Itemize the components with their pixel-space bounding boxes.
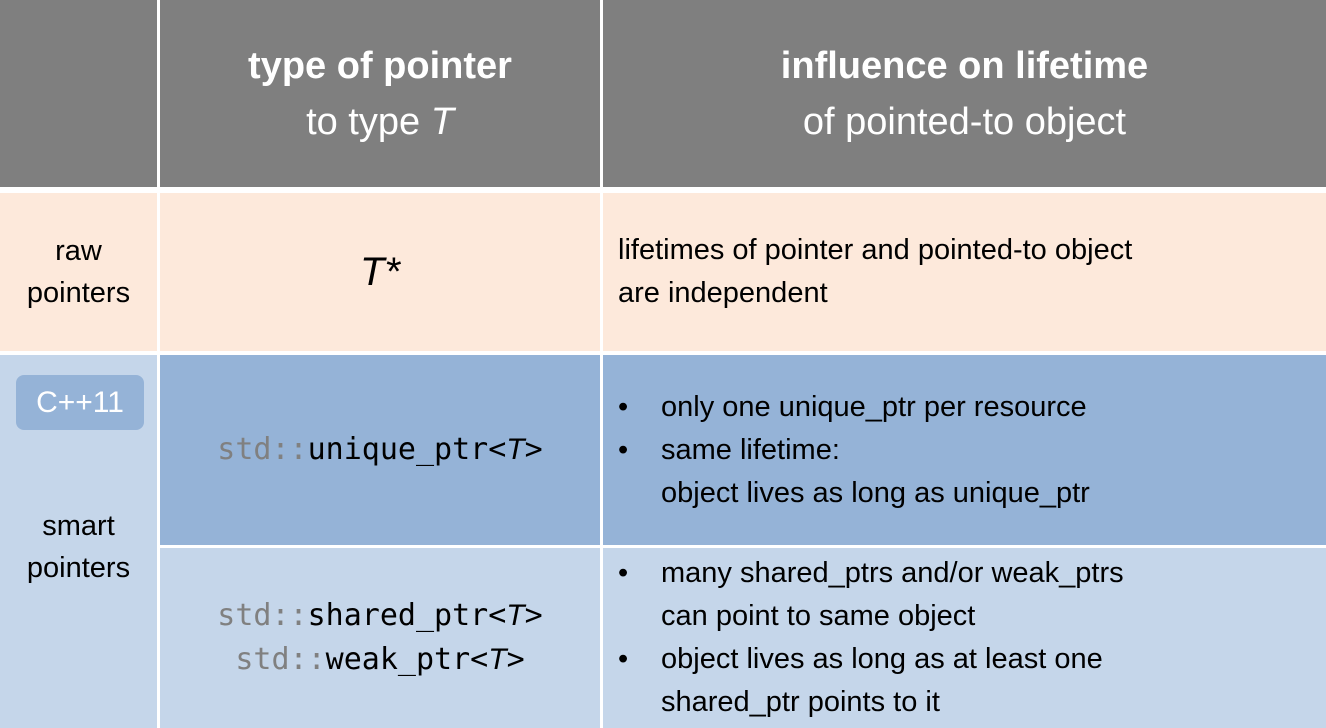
- shared-type-cell: std::shared_ptr<T> std::weak_ptr<T>: [160, 548, 600, 728]
- smart-label-line1: smart: [42, 510, 115, 542]
- shared-ptr-code: std::shared_ptr<T>: [160, 594, 600, 638]
- weak-ns: std::: [235, 642, 326, 677]
- shared-bullet-1-line2: can point to same object: [661, 600, 976, 632]
- shared-close: >: [524, 598, 543, 633]
- raw-desc-cell: lifetimes of pointer and pointed-to obje…: [603, 193, 1326, 351]
- unique-bullet-list: only one unique_ptr per resource same li…: [603, 386, 1326, 515]
- unique-T: T: [506, 433, 525, 466]
- unique-ptr-code: std::unique_ptr<T>: [160, 428, 600, 472]
- shared-ns: std::: [217, 598, 308, 633]
- unique-type-cell: std::unique_ptr<T>: [160, 355, 600, 545]
- raw-type-cell: T*: [160, 193, 600, 351]
- unique-name: unique_ptr<: [307, 432, 507, 467]
- shared-bullet-1-line1: many shared_ptrs and/or weak_ptrs: [661, 557, 1124, 589]
- header-type-subtitle-prefix: to type: [306, 100, 431, 143]
- header-type-cell: type of pointer to type T: [160, 0, 600, 187]
- header-type-title: type of pointer: [248, 44, 512, 87]
- shared-bullet-2-line1: object lives as long as at least one: [661, 643, 1103, 675]
- weak-close: >: [506, 642, 525, 677]
- smart-label-text: smart pointers: [0, 505, 157, 589]
- shared-bullet-1: many shared_ptrs and/or weak_ptrscan poi…: [618, 552, 1326, 638]
- weak-T: T: [488, 643, 507, 676]
- raw-desc-line2: are independent: [618, 277, 828, 309]
- unique-bullet-2: same lifetime: object lives as long as un…: [618, 429, 1326, 515]
- shared-name: shared_ptr<: [307, 598, 507, 633]
- header-lifetime-cell: influence on lifetime of pointed-to obje…: [603, 0, 1326, 187]
- raw-label-cell: raw pointers: [0, 193, 157, 351]
- unique-close: >: [524, 432, 543, 467]
- unique-desc-cell: only one unique_ptr per resource same li…: [603, 355, 1326, 545]
- shared-bullet-2: object lives as long as at least one shar…: [618, 638, 1326, 724]
- raw-label-line2: pointers: [26, 277, 131, 309]
- raw-desc-line1: lifetimes of pointer and pointed-to obje…: [618, 234, 1133, 266]
- raw-type: T*: [360, 249, 400, 294]
- pointer-comparison-table: type of pointer to type T influence on l…: [0, 0, 1326, 728]
- smart-label-line2: pointers: [26, 552, 131, 584]
- header-empty-cell: [0, 0, 157, 187]
- shared-bullet-2-line2: shared_ptr points to it: [661, 686, 940, 718]
- unique-bullet-2-line1: same lifetime:: [661, 433, 840, 466]
- unique-bullet-1: only one unique_ptr per resource: [618, 386, 1326, 429]
- weak-ptr-code: std::weak_ptr<T>: [160, 638, 600, 682]
- header-lifetime-title: influence on lifetime: [780, 44, 1149, 87]
- shared-T: T: [506, 599, 525, 632]
- header-type-subtitle: to type T: [306, 94, 454, 150]
- shared-bullet-list: many shared_ptrs and/or weak_ptrscan poi…: [603, 552, 1326, 724]
- unique-bullet-1-text: only one unique_ptr per resource: [661, 390, 1087, 423]
- weak-name: weak_ptr<: [325, 642, 489, 677]
- raw-label-line1: raw: [55, 235, 102, 267]
- unique-bullet-2-line2: object lives as long as unique_ptr: [661, 476, 1090, 509]
- cpp11-badge: C++11: [16, 375, 144, 430]
- header-type-subtitle-T: T: [430, 100, 454, 143]
- shared-desc-cell: many shared_ptrs and/or weak_ptrscan poi…: [603, 548, 1326, 728]
- unique-ns: std::: [217, 432, 308, 467]
- header-lifetime-subtitle: of pointed-to object: [802, 100, 1127, 143]
